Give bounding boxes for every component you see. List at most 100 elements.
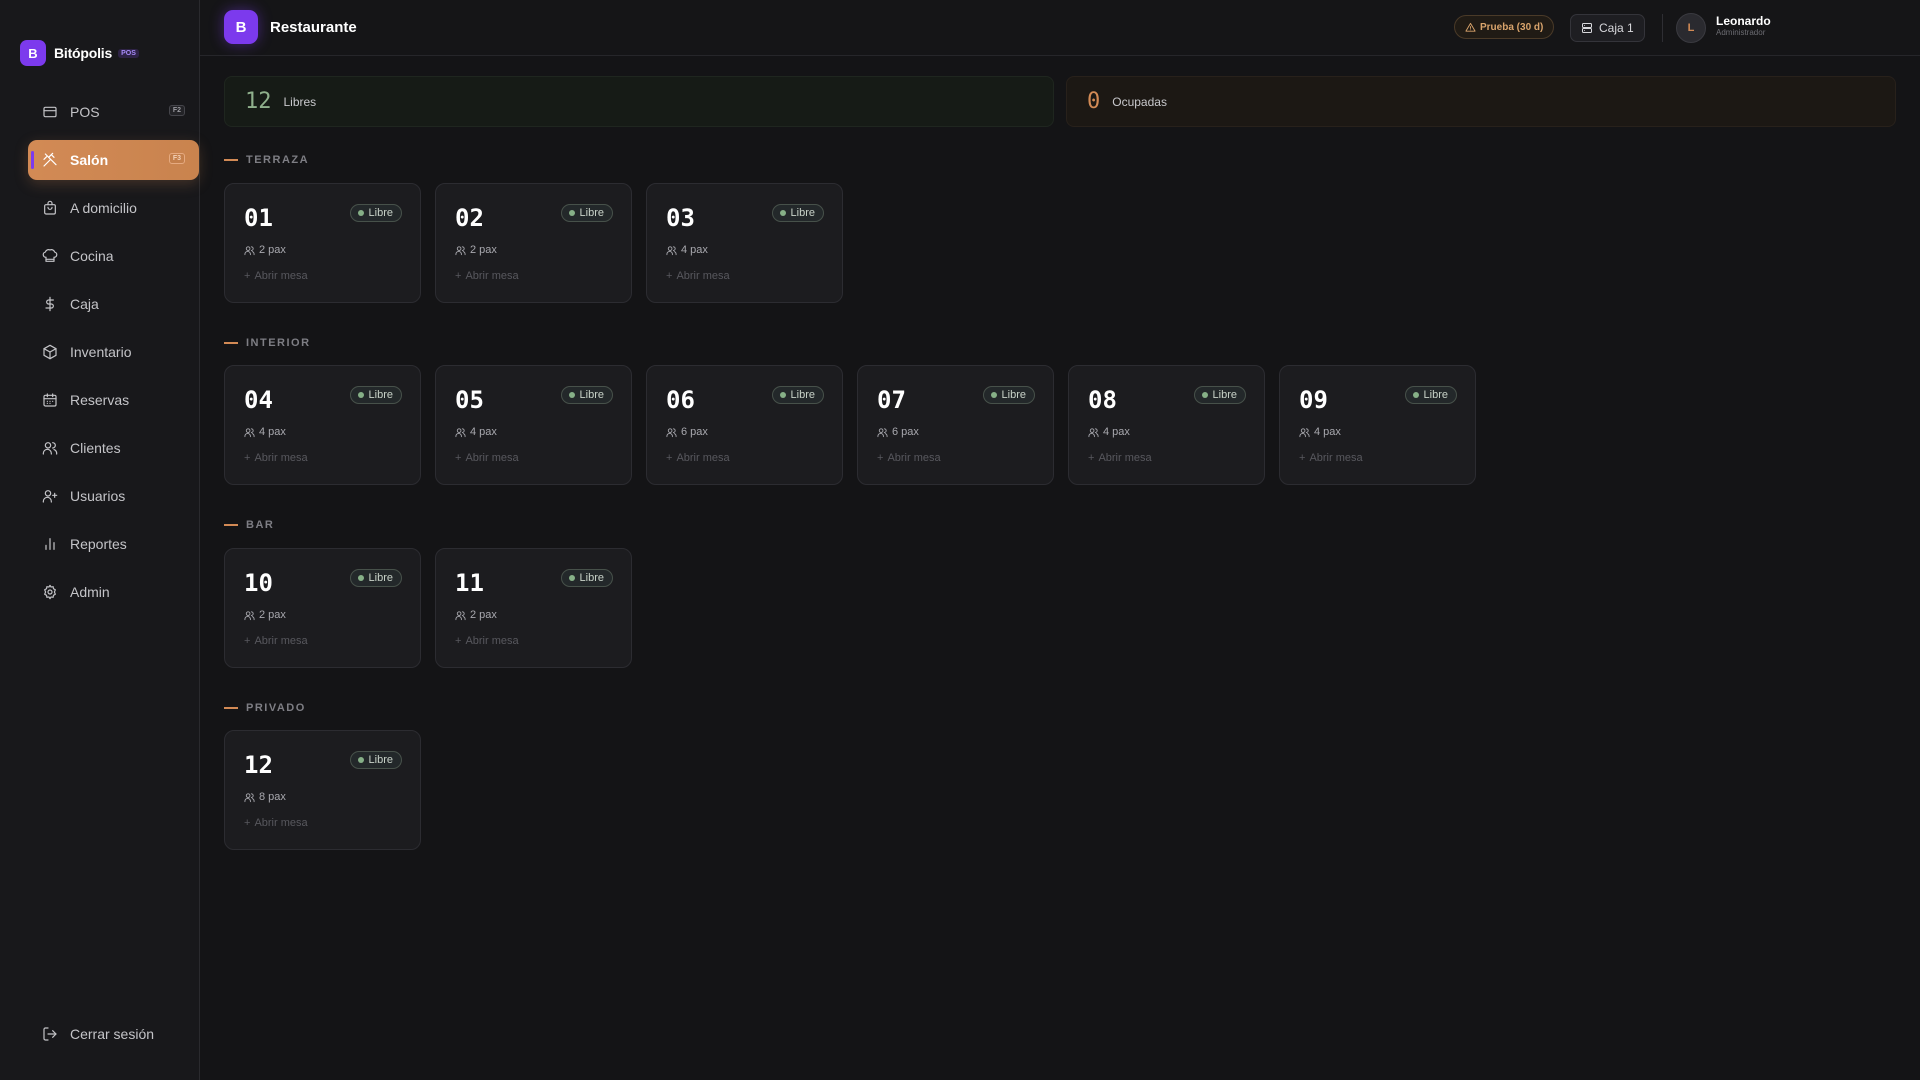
users-icon (244, 427, 255, 437)
open-table-label: Abrir mesa (1098, 452, 1152, 464)
status-dot (1201, 392, 1208, 398)
open-table-button[interactable]: + Abrir mesa (666, 270, 730, 282)
table-capacity: 4 pax (1299, 426, 1341, 438)
sidebar-item-reportes[interactable]: Reportes (28, 524, 199, 564)
zone-title: BAR (246, 519, 275, 531)
open-table-button[interactable]: + Abrir mesa (455, 270, 519, 282)
open-table-button[interactable]: + Abrir mesa (1299, 452, 1363, 464)
sidebar-item-admin[interactable]: Admin (28, 572, 199, 612)
open-table-label: Abrir mesa (887, 452, 941, 464)
sidebar-item-label: Cocina (70, 248, 114, 264)
header-divider (1662, 14, 1663, 42)
sidebar-item-salon[interactable]: Salón F3 (28, 140, 199, 180)
plus-icon: + (244, 817, 251, 829)
open-table-button[interactable]: + Abrir mesa (1088, 452, 1152, 464)
status-badge: Libre (982, 386, 1035, 404)
plus-icon: + (455, 452, 462, 464)
users-icon (1299, 427, 1310, 437)
zone-header-interior: INTERIOR (224, 336, 311, 350)
table-capacity: 4 pax (455, 426, 497, 438)
table-card[interactable]: 12 Libre 8 pax + Abrir mesa (224, 730, 421, 850)
status-badge: Libre (349, 204, 402, 222)
open-table-button[interactable]: + Abrir mesa (666, 452, 730, 464)
table-card[interactable]: 05 Libre 4 pax + Abrir mesa (435, 365, 632, 485)
status-badge: Libre (349, 751, 402, 769)
table-card[interactable]: 09 Libre 4 pax + Abrir mesa (1279, 365, 1476, 485)
sidebar-item-pos[interactable]: POS F2 (28, 92, 199, 132)
users-icon (244, 245, 255, 255)
gear-icon (44, 584, 56, 600)
topbar: B Restaurante Prueba (30 d) Caja 1 L Leo… (200, 0, 1920, 56)
sidebar-item-cocina[interactable]: Cocina (28, 236, 199, 276)
table-number: 06 (666, 386, 695, 414)
sidebar-item-label: Salón (70, 152, 109, 168)
users-icon (455, 245, 466, 255)
status-label: Libre (368, 207, 393, 219)
sidebar-item-label: Reportes (70, 536, 127, 552)
table-card[interactable]: 07 Libre 6 pax + Abrir mesa (857, 365, 1054, 485)
sidebar-item-label: Caja (70, 296, 99, 312)
table-card[interactable]: 11 Libre 2 pax + Abrir mesa (435, 548, 632, 668)
plus-icon: + (1088, 452, 1095, 464)
sidebar-item-a-domicilio[interactable]: A domicilio (28, 188, 199, 228)
open-table-button[interactable]: + Abrir mesa (244, 635, 308, 647)
sidebar-nav: POS F2 Salón F3 A domicilio Cocina Caja … (28, 92, 199, 620)
brand[interactable]: B Bitópolis POS (20, 40, 139, 66)
table-card[interactable]: 02 Libre 2 pax + Abrir mesa (435, 183, 632, 303)
brand-name: Bitópolis (54, 45, 113, 61)
occupied-tables-summary[interactable]: 0 Ocupadas (1066, 76, 1896, 127)
open-table-button[interactable]: + Abrir mesa (877, 452, 941, 464)
users-icon (42, 442, 58, 455)
open-table-label: Abrir mesa (254, 452, 308, 464)
table-card[interactable]: 08 Libre 4 pax + Abrir mesa (1068, 365, 1265, 485)
zone-dash (224, 159, 238, 161)
brand-tag: POS (118, 48, 139, 58)
trial-badge[interactable]: Prueba (30 d) (1454, 15, 1555, 39)
pax-label: 4 pax (1103, 426, 1130, 438)
status-badge: Libre (771, 386, 824, 404)
table-card[interactable]: 03 Libre 4 pax + Abrir mesa (646, 183, 843, 303)
open-table-label: Abrir mesa (254, 817, 308, 829)
register-selector[interactable]: Caja 1 (1570, 14, 1645, 42)
table-capacity: 6 pax (877, 426, 919, 438)
user-plus-icon (42, 490, 58, 503)
table-card[interactable]: 10 Libre 2 pax + Abrir mesa (224, 548, 421, 668)
zone-header-privado: PRIVADO (224, 701, 306, 715)
status-dot (779, 210, 786, 216)
table-capacity: 2 pax (244, 609, 286, 621)
open-table-label: Abrir mesa (676, 270, 730, 282)
shortcut-badge: F2 (168, 105, 185, 116)
table-capacity: 2 pax (244, 244, 286, 256)
open-table-label: Abrir mesa (254, 270, 308, 282)
free-tables-summary[interactable]: 12 Libres (224, 76, 1054, 127)
sidebar-item-reservas[interactable]: Reservas (28, 380, 199, 420)
sidebar: B Bitópolis POS POS F2 Salón F3 A domici… (0, 0, 200, 1080)
open-table-button[interactable]: + Abrir mesa (455, 452, 519, 464)
sidebar-item-usuarios[interactable]: Usuarios (28, 476, 199, 516)
open-table-button[interactable]: + Abrir mesa (244, 270, 308, 282)
warning-icon (1465, 22, 1476, 32)
logout-button[interactable]: Cerrar sesión (42, 1026, 154, 1042)
sidebar-item-inventario[interactable]: Inventario (28, 332, 199, 372)
plus-icon: + (244, 635, 251, 647)
table-number: 02 (455, 204, 484, 232)
open-table-button[interactable]: + Abrir mesa (244, 817, 308, 829)
status-label: Libre (579, 389, 604, 401)
sidebar-item-label: Usuarios (70, 488, 126, 504)
open-table-button[interactable]: + Abrir mesa (455, 635, 519, 647)
sidebar-item-caja[interactable]: Caja (28, 284, 199, 324)
avatar[interactable]: L (1676, 13, 1706, 43)
log-out-icon (43, 1027, 57, 1041)
status-badge: Libre (1404, 386, 1457, 404)
table-card[interactable]: 01 Libre 2 pax + Abrir mesa (224, 183, 421, 303)
server-icon (1582, 23, 1592, 33)
open-table-button[interactable]: + Abrir mesa (244, 452, 308, 464)
table-card[interactable]: 06 Libre 6 pax + Abrir mesa (646, 365, 843, 485)
status-dot (357, 575, 364, 581)
sidebar-item-label: POS (70, 104, 100, 120)
status-label: Libre (790, 207, 815, 219)
users-icon (455, 427, 466, 437)
table-card[interactable]: 04 Libre 4 pax + Abrir mesa (224, 365, 421, 485)
table-number: 11 (455, 569, 484, 597)
sidebar-item-clientes[interactable]: Clientes (28, 428, 199, 468)
